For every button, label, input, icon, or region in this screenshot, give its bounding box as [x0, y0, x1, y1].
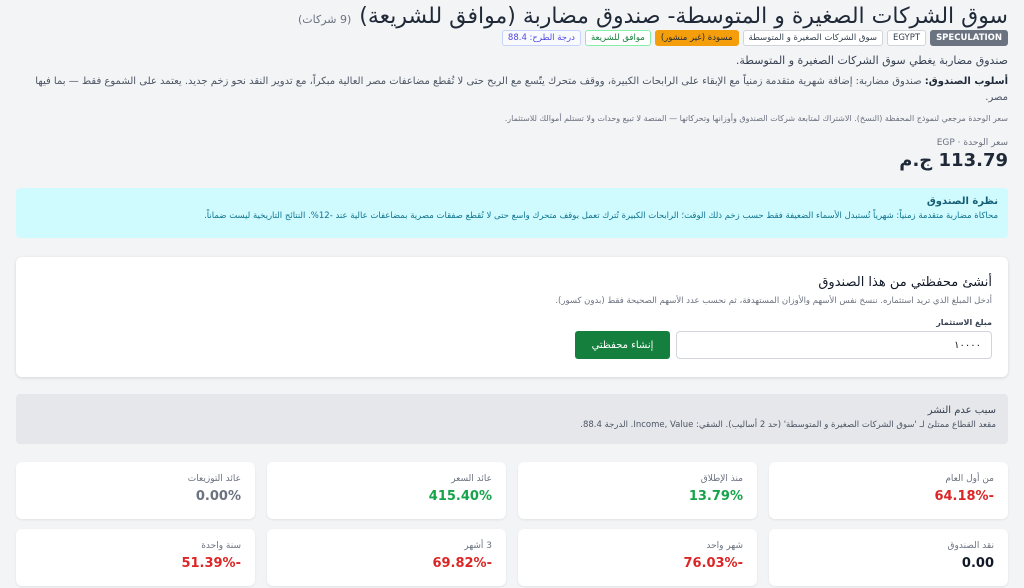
- stats-grid: من أول العام -64.18% منذ الإطلاق 13.79% …: [16, 462, 1008, 588]
- create-portfolio-title: أنشئ محفظتي من هذا الصندوق: [818, 275, 992, 290]
- stat-value: 415.40%: [428, 489, 492, 504]
- stat-card-one-month: شهر واحد -76.03%: [518, 529, 757, 586]
- stat-label: من أول العام: [945, 474, 994, 484]
- stat-value: -69.82%: [432, 556, 492, 571]
- stat-label: عائد السعر: [451, 474, 492, 484]
- stat-value: -76.03%: [683, 556, 743, 571]
- create-portfolio-form: إنشاء محفظتي: [575, 331, 992, 359]
- unit-price-label: سعر الوحدة · EGP: [936, 138, 1008, 148]
- badge-country: EGYPT: [887, 30, 927, 46]
- stat-label: عائد التوزيعات: [187, 474, 241, 484]
- stat-card-fund-cash: نقد الصندوق 0.00: [769, 529, 1008, 586]
- create-portfolio-button[interactable]: إنشاء محفظتي: [575, 331, 670, 359]
- badge-speculation: SPECULATION: [930, 30, 1008, 46]
- stat-value: 13.79%: [688, 489, 743, 504]
- badge-row: SPECULATION EGYPT سوق الشركات الصغيرة و …: [501, 30, 1008, 46]
- title-row: سوق الشركات الصغيرة و المتوسطة- صندوق مض…: [16, 4, 1008, 32]
- stat-card-since-launch: منذ الإطلاق 13.79%: [518, 462, 757, 519]
- investment-amount-label: مبلغ الاستثمار: [936, 318, 992, 327]
- unpublished-reason-panel: سبب عدم النشر مقعد القطاع ممتلئ لـ 'سوق …: [16, 394, 1008, 444]
- stat-label: سنة واحدة: [201, 541, 241, 551]
- company-count: (9 شركات): [297, 13, 352, 26]
- stat-value: 0.00: [961, 556, 994, 571]
- fund-page: سوق الشركات الصغيرة و المتوسطة- صندوق مض…: [0, 0, 1024, 588]
- stat-value: 0.00%: [195, 489, 241, 504]
- create-portfolio-card: أنشئ محفظتي من هذا الصندوق أدخل المبلغ ا…: [16, 257, 1008, 377]
- fund-style-label: أسلوب الصندوق:: [924, 76, 1008, 87]
- stat-card-dividend-return: عائد التوزيعات 0.00%: [16, 462, 255, 519]
- disclaimer-text: سعر الوحدة مرجعي لنموذج المحفظة (النسخ).…: [504, 114, 1008, 123]
- stat-label: شهر واحد: [706, 541, 743, 551]
- stat-card-price-return: عائد السعر 415.40%: [267, 462, 506, 519]
- fund-subtitle: صندوق مضاربة يغطي سوق الشركات الصغيرة و …: [735, 54, 1008, 67]
- stat-card-one-year: سنة واحدة -51.39%: [16, 529, 255, 586]
- stat-value: -51.39%: [181, 556, 241, 571]
- investment-amount-input[interactable]: [676, 331, 992, 359]
- create-portfolio-hint: أدخل المبلغ الذي تريد استثماره. ننسخ نفس…: [555, 296, 992, 306]
- badge-draft-status: مسودة (غير منشور): [654, 30, 739, 46]
- page-title: سوق الشركات الصغيرة و المتوسطة- صندوق مض…: [359, 4, 1008, 29]
- fund-style: أسلوب الصندوق: صندوق مضاربة: إضافة شهرية…: [16, 74, 1008, 106]
- stat-value: -64.18%: [934, 489, 994, 504]
- fund-view-panel: نظرة الصندوق محاكاة مضاربة متقدمة زمنياً…: [16, 188, 1008, 238]
- stat-label: 3 أشهر: [464, 541, 492, 551]
- stat-card-ytd: من أول العام -64.18%: [769, 462, 1008, 519]
- badge-sector: سوق الشركات الصغيرة و المتوسطة: [742, 30, 884, 46]
- unpublished-reason-text: مقعد القطاع ممتلئ لـ 'سوق الشركات الصغير…: [580, 420, 996, 430]
- stat-card-three-months: 3 أشهر -69.82%: [267, 529, 506, 586]
- fund-view-text: محاكاة مضاربة متقدمة زمنياً: شهرياً تُست…: [204, 211, 998, 221]
- fund-view-title: نظرة الصندوق: [926, 196, 998, 207]
- stat-label: نقد الصندوق: [947, 541, 994, 551]
- unit-price-value: 113.79 ج.م: [899, 150, 1008, 171]
- fund-style-text: صندوق مضاربة: إضافة شهرية متقدمة زمنياً …: [35, 76, 1008, 103]
- stat-label: منذ الإطلاق: [700, 474, 743, 484]
- unpublished-reason-title: سبب عدم النشر: [927, 405, 996, 416]
- badge-score: درجة الطرح: 88.4: [501, 30, 581, 46]
- badge-sharia: موافق للشريعة: [584, 30, 651, 46]
